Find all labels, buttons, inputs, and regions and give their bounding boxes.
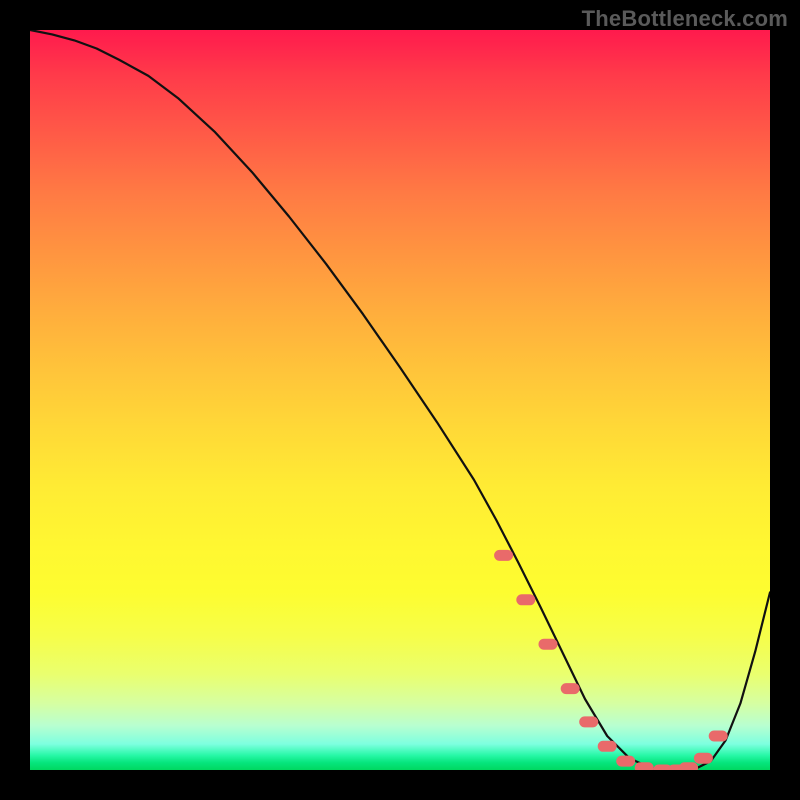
curve-marker bbox=[635, 763, 653, 770]
curve-marker bbox=[539, 639, 557, 649]
chart-frame: TheBottleneck.com bbox=[0, 0, 800, 800]
curve-marker bbox=[617, 756, 635, 766]
bottleneck-curve bbox=[30, 30, 770, 770]
curve-marker bbox=[517, 595, 535, 605]
watermark-text: TheBottleneck.com bbox=[582, 6, 788, 32]
curve-marker bbox=[561, 684, 579, 694]
curve-marker bbox=[495, 550, 513, 560]
curve-marker bbox=[598, 741, 616, 751]
curve-marker bbox=[680, 763, 698, 770]
curve-layer bbox=[30, 30, 770, 770]
curve-marker bbox=[694, 753, 712, 763]
curve-marker bbox=[709, 731, 727, 741]
plot-area bbox=[30, 30, 770, 770]
curve-marker bbox=[580, 717, 598, 727]
